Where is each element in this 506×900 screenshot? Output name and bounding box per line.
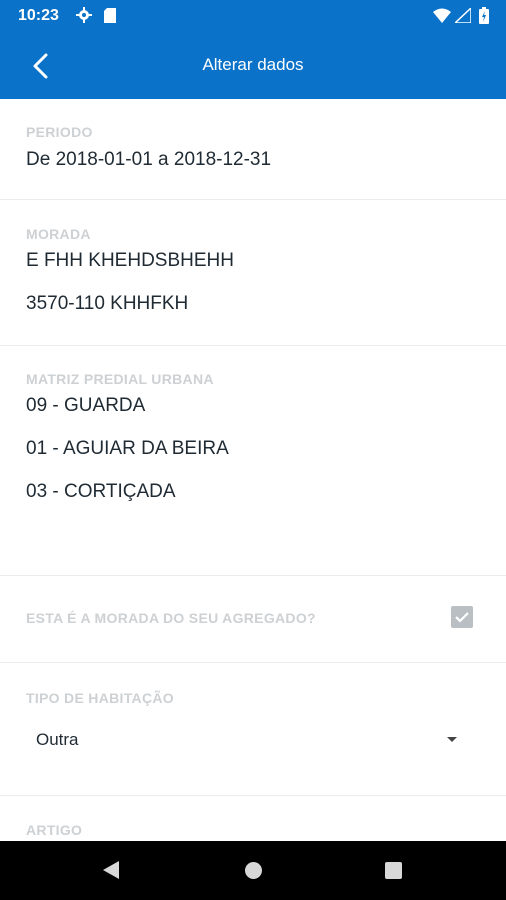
periodo-label: PERIODO [26,124,93,140]
artigo-section: ARTIGO [0,796,506,841]
agregado-section: ESTA É A MORADA DO SEU AGREGADO? [0,576,506,663]
sd-card-icon [104,8,116,23]
habitacao-section: TIPO DE HABITAÇÃO Outra [0,663,506,796]
check-icon [455,612,469,623]
agregado-checkbox[interactable] [451,606,473,628]
morada-section: MORADA E FHH KHEHDSBHEHH 3570-110 KHHFKH [0,200,506,346]
nav-recents-icon[interactable] [385,862,402,879]
form-content[interactable]: PERIODO De 2018-01-01 a 2018-12-31 MORAD… [0,99,506,841]
gear-icon [76,7,92,23]
matriz-section: MATRIZ PREDIAL URBANA 09 - GUARDA 01 - A… [0,346,506,576]
periodo-section: PERIODO De 2018-01-01 a 2018-12-31 [0,99,506,200]
morada-line1: E FHH KHEHDSBHEHH [26,250,234,271]
artigo-label: ARTIGO [26,822,83,838]
status-bar: 10:23 [0,0,506,32]
status-time: 10:23 [18,7,59,24]
app-bar: Alterar dados [0,32,506,99]
habitacao-select[interactable]: Outra [36,730,79,750]
morada-label: MORADA [26,226,91,242]
matriz-distrito: 09 - GUARDA [26,395,146,416]
dropdown-arrow-icon[interactable] [447,737,457,742]
nav-back-icon[interactable] [103,861,119,879]
battery-icon [479,7,489,24]
navigation-bar [0,841,506,900]
nav-home-icon[interactable] [245,862,262,879]
agregado-label: ESTA É A MORADA DO SEU AGREGADO? [26,610,316,626]
signal-icon [455,8,471,23]
morada-line2: 3570-110 KHHFKH [26,293,189,314]
habitacao-label: TIPO DE HABITAÇÃO [26,690,174,706]
matriz-freguesia: 03 - CORTIÇADA [26,481,176,502]
periodo-value: De 2018-01-01 a 2018-12-31 [26,149,272,170]
matriz-label: MATRIZ PREDIAL URBANA [26,371,214,387]
page-title: Alterar dados [202,55,304,74]
wifi-icon [433,8,451,23]
matriz-concelho: 01 - AGUIAR DA BEIRA [26,438,229,459]
